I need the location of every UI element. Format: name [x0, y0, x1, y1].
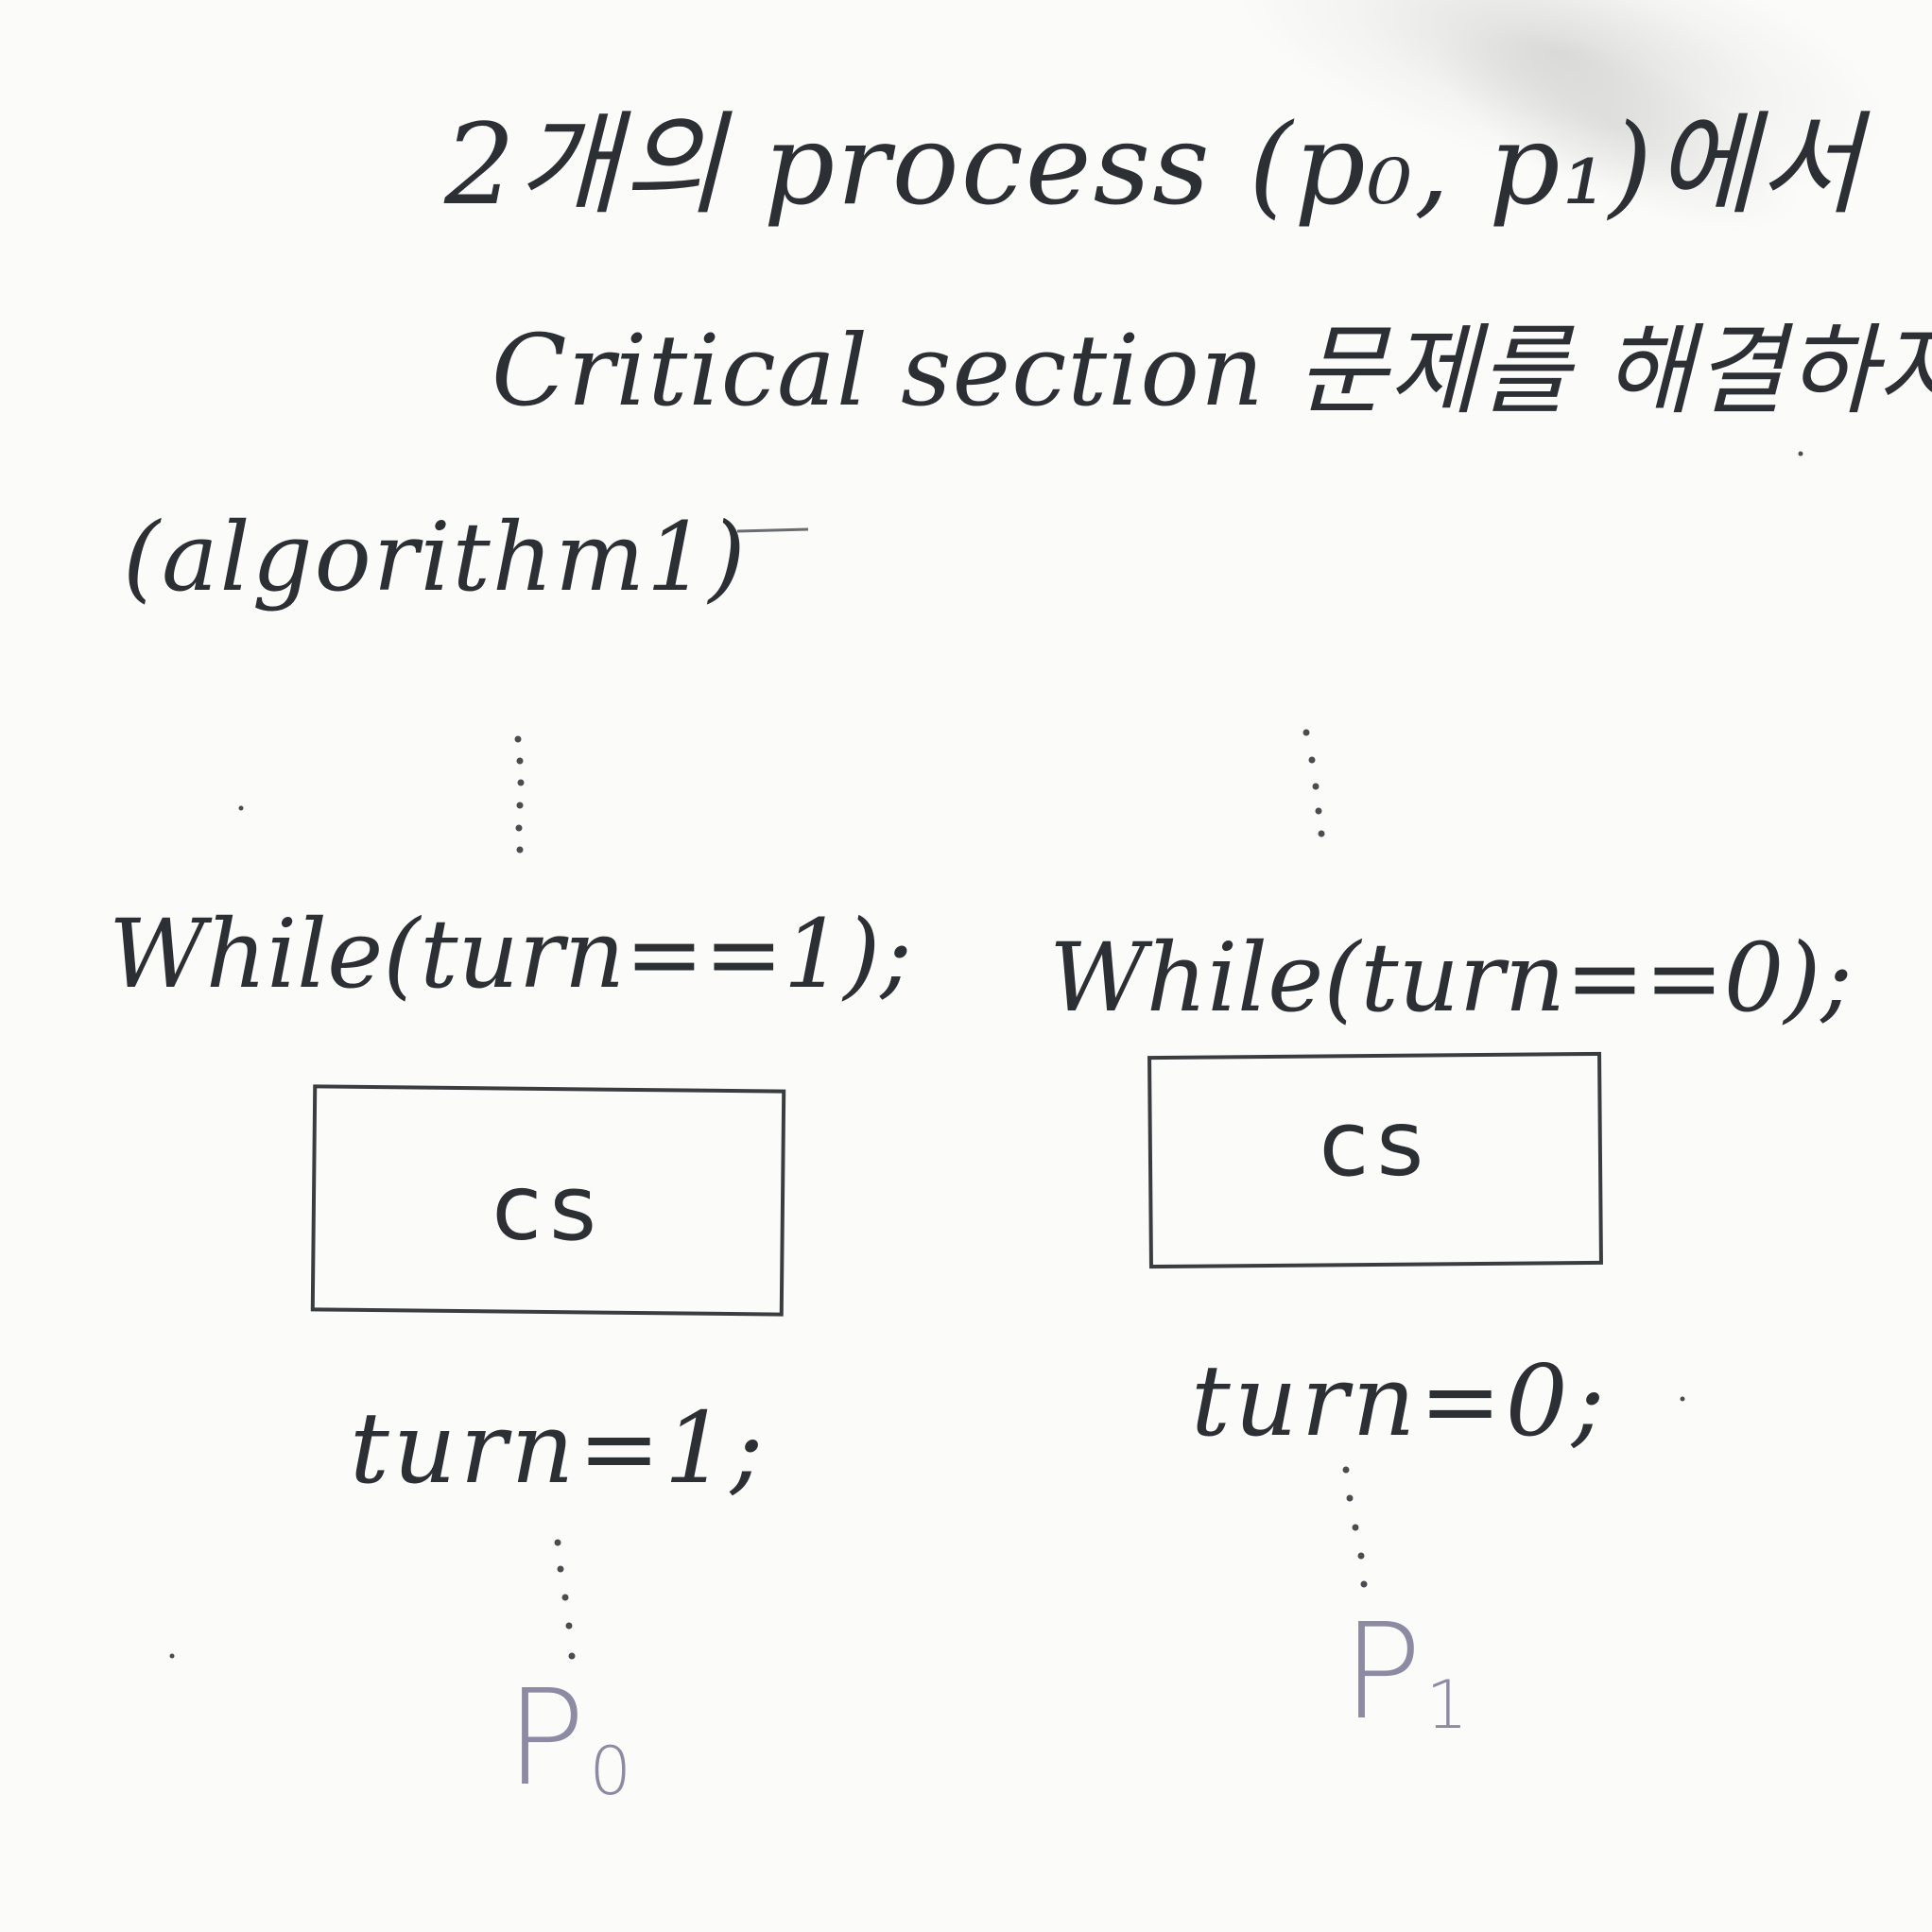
p0-entry-condition: While(turn==1); [109, 899, 913, 1009]
dot [1352, 1524, 1359, 1531]
dot [557, 1565, 564, 1573]
p0-label-subscript: 0 [589, 1732, 631, 1810]
p0-exit-assignment: turn=1; [350, 1390, 768, 1506]
dot [515, 824, 523, 832]
p1-label-letter: P [1342, 1596, 1423, 1750]
dot [1342, 1466, 1350, 1474]
dot [1318, 830, 1325, 837]
dot [561, 1594, 569, 1601]
p1-critical-section-label: cs [1318, 1089, 1432, 1198]
dot [516, 757, 524, 765]
dot [1302, 729, 1310, 736]
dot [565, 1622, 573, 1630]
whiteboard: 2개의 process (p₀, p₁)에서 Critical section … [0, 0, 1932, 1932]
dot [554, 1539, 561, 1546]
p0-label-letter: P [506, 1662, 586, 1816]
problem-title: 2개의 process (p₀, p₁)에서 [444, 99, 1864, 230]
marker-speck [238, 805, 244, 811]
problem-subtitle: Critical section 문제를 해결하자. [492, 313, 1932, 428]
dot [517, 779, 525, 786]
p1-entry-condition: While(turn==0); [1049, 923, 1854, 1033]
p1-critical-section-box: cs [1147, 1051, 1603, 1269]
dot [1315, 807, 1322, 815]
stray-dash [736, 527, 809, 533]
dot [514, 735, 522, 743]
dot [1360, 1580, 1368, 1588]
p1-exit-assignment: turn=0; [1191, 1343, 1609, 1458]
dot [1308, 756, 1316, 764]
p0-critical-section-label: cs [491, 1154, 605, 1262]
dot [568, 1652, 576, 1660]
marker-speck [1680, 1396, 1685, 1402]
p1-process-label: P1 [1342, 1607, 1468, 1739]
p0-process-label: P0 [506, 1673, 631, 1805]
algorithm-label: (algorithm1) [123, 502, 748, 612]
marker-speck [169, 1653, 175, 1659]
p0-critical-section-box: cs [310, 1084, 786, 1317]
p1-label-subscript: 1 [1425, 1665, 1468, 1744]
dot [1312, 783, 1320, 790]
dot [516, 846, 524, 854]
dot [516, 802, 524, 809]
marker-speck [1798, 451, 1803, 457]
dot [1357, 1552, 1365, 1560]
dot [1346, 1494, 1354, 1502]
